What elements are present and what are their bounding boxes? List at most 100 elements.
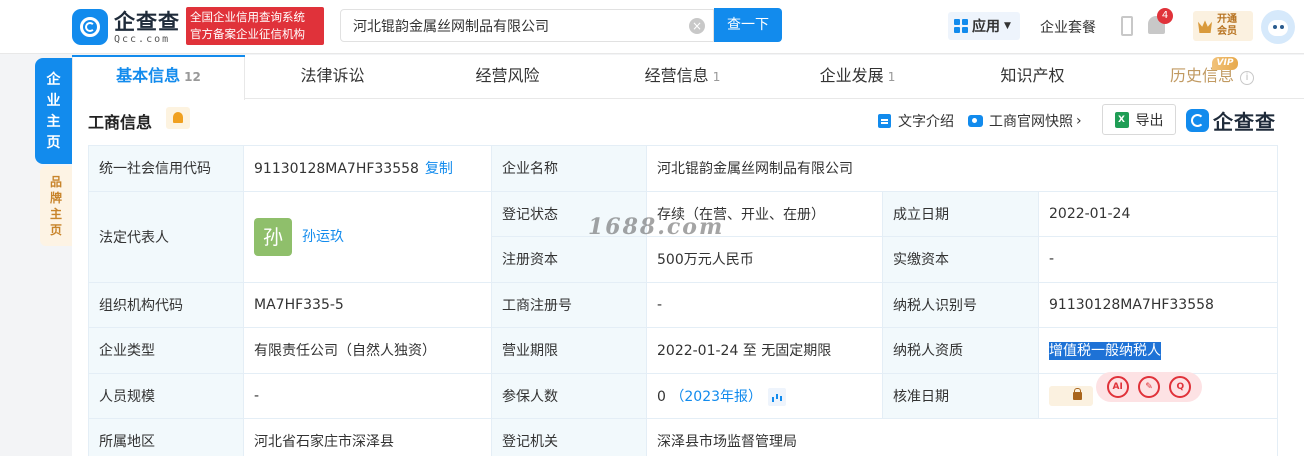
legal-rep-avatar: 孙 — [254, 217, 292, 256]
search-input[interactable] — [341, 10, 671, 41]
legal-rep-cell: 孙孙运玖 — [243, 190, 492, 283]
taxpayer-qual-value: 增值税一般纳税人 — [1049, 342, 1161, 361]
qcc-logo-icon — [72, 9, 108, 45]
official-snapshot-link[interactable]: 工商官网快照 › — [968, 111, 1082, 131]
trend-chart-icon[interactable] — [768, 387, 787, 406]
apps-dropdown[interactable]: 应用 ▼ — [948, 12, 1020, 40]
copy-button[interactable]: 复制 — [425, 161, 453, 177]
paid-capital-label: 实缴资本 — [882, 236, 1039, 283]
tab-count: 1 — [887, 70, 896, 84]
tab-label: 经营信息 — [644, 66, 709, 85]
tab-risk[interactable]: 经营风险 — [420, 55, 595, 99]
table-row: 统一社会信用代码 91130128MA7HF33558 复制 企业名称 河北锟韵金… — [88, 145, 1279, 192]
tab-development[interactable]: 企业发展 1 — [770, 55, 945, 99]
insured-label: 参保人数 — [491, 372, 647, 419]
reg-capital-label: 注册资本 — [491, 236, 647, 283]
tab-label: 企业发展 — [819, 66, 884, 85]
certification-badge: 全国企业信用查询系统 官方备案企业征信机构 — [186, 7, 324, 45]
brand-logo: 企查查 — [1186, 106, 1276, 135]
vip-tag: VIP — [1212, 57, 1238, 70]
snapshot-label: 工商官网快照 — [989, 114, 1073, 130]
qcc-brand-icon — [1186, 109, 1209, 132]
paid-capital-value: - — [1037, 236, 1279, 283]
reg-authority-label: 登记机关 — [491, 418, 647, 456]
table-row: 所属地区 河北省石家庄市深泽县 登记机关 深泽县市场监督管理局 — [88, 418, 1279, 456]
export-label: 导出 — [1135, 112, 1164, 129]
top-header: 企查查 Qcc.com 全国企业信用查询系统 官方备案企业征信机构 × 查一下 … — [0, 0, 1304, 54]
ai-assistant-icon[interactable]: AI — [1106, 376, 1129, 398]
reg-authority-value: 深泽县市场监督管理局 — [645, 418, 1279, 456]
search-button[interactable]: 查一下 — [714, 8, 782, 42]
tab-bar: 基本信息 12 法律诉讼 经营风险 经营信息 1 企业发展 1 知识产权 历史信息 i … — [72, 55, 1304, 100]
open-vip-button[interactable]: 开通 会员 — [1193, 11, 1253, 41]
side-tab-brand-home-label: 品牌主页 — [49, 175, 62, 237]
side-tab-company-home-label: 企业主页 — [46, 72, 61, 151]
tab-label: 法律诉讼 — [300, 66, 365, 85]
enterprise-plan-link[interactable]: 企业套餐 — [1040, 17, 1096, 37]
text-intro-link[interactable]: 文字介绍 — [878, 111, 954, 131]
tab-label: 基本信息 — [116, 66, 181, 85]
export-button[interactable]: X 导出 — [1102, 104, 1176, 135]
vip-line-1: 开通 — [1217, 14, 1237, 25]
search-box: × — [340, 9, 714, 42]
founded-label: 成立日期 — [882, 190, 1039, 237]
tab-operations[interactable]: 经营信息 1 — [595, 55, 770, 99]
credit-code-cell: 91130128MA7HF33558 复制 — [243, 145, 492, 192]
lock-icon[interactable] — [1049, 385, 1093, 406]
grid-icon — [954, 19, 968, 33]
search-icon[interactable]: Q — [1169, 376, 1192, 398]
side-tab-company-home[interactable]: 企业主页 — [35, 58, 72, 164]
notification-badge: 4 — [1157, 8, 1173, 24]
crown-icon — [1198, 20, 1212, 33]
document-icon — [878, 114, 891, 128]
table-row: 企业类型 有限责任公司（自然人独资） 营业期限 2022-01-24 至 无固定… — [88, 327, 1279, 374]
biz-term-label: 营业期限 — [491, 327, 647, 374]
legal-rep-name-link[interactable]: 孙运玖 — [302, 229, 344, 245]
biz-term-value: 2022-01-24 至 无固定期限 — [646, 327, 883, 374]
edit-icon[interactable]: ✎ — [1137, 376, 1160, 398]
legal-rep-label: 法定代表人 — [88, 190, 244, 283]
insured-value: 0 — [657, 388, 666, 405]
side-tab-brand-home[interactable]: 品牌主页 — [40, 166, 72, 246]
tab-label: 经营风险 — [475, 66, 540, 85]
company-name-value: 河北锟韵金属丝网制品有限公司 — [645, 145, 1279, 192]
credit-code-value: 91130128MA7HF33558 — [254, 161, 419, 178]
biz-reg-no-label: 工商注册号 — [491, 281, 647, 328]
section-title: 工商信息 — [88, 113, 153, 132]
user-avatar[interactable] — [1261, 10, 1295, 44]
company-name-label: 企业名称 — [491, 145, 647, 192]
info-icon: i — [1240, 71, 1254, 85]
logo-en-text: Qcc.com — [114, 33, 171, 45]
approval-date-label: 核准日期 — [882, 372, 1039, 419]
logo-cn-text: 企查查 — [114, 9, 180, 34]
table-row: 组织机构代码 MA7HF335-5 工商注册号 - 纳税人识别号 9113012… — [88, 281, 1279, 328]
brand-logo-text: 企查查 — [1213, 110, 1276, 134]
monitor-bell-icon[interactable] — [166, 107, 190, 129]
tab-ip[interactable]: 知识产权 — [945, 55, 1120, 99]
apps-label: 应用 — [972, 19, 1000, 35]
org-code-value: MA7HF335-5 — [243, 281, 492, 328]
clear-icon[interactable]: × — [689, 18, 705, 34]
tab-count: 1 — [712, 70, 721, 84]
taxpayer-id-value: 91130128MA7HF33558 — [1037, 281, 1279, 328]
reg-capital-value: 500万元人民币 — [646, 236, 883, 283]
business-info-table: 统一社会信用代码 91130128MA7HF33558 复制 企业名称 河北锟韵金… — [88, 145, 1279, 456]
camera-icon — [968, 115, 983, 127]
vip-line-2: 会员 — [1217, 26, 1237, 37]
company-type-label: 企业类型 — [88, 327, 244, 374]
floating-ai-toolbar: AI ✎ Q — [1096, 372, 1202, 402]
badge-line-2: 官方备案企业征信机构 — [190, 27, 305, 41]
founded-value: 2022-01-24 — [1037, 190, 1279, 237]
taxpayer-qual-label: 纳税人资质 — [882, 327, 1039, 374]
taxpayer-qual-cell: 增值税一般纳税人 — [1037, 327, 1279, 374]
qcc-logo[interactable]: 企查查 Qcc.com — [72, 9, 180, 45]
tab-basic-info[interactable]: 基本信息 12 — [72, 55, 245, 100]
phone-icon[interactable] — [1121, 16, 1133, 36]
tab-legal[interactable]: 法律诉讼 — [245, 55, 420, 99]
tab-label: 知识产权 — [1000, 66, 1065, 85]
staff-size-label: 人员规模 — [88, 372, 244, 419]
insured-year-link[interactable]: （2023年报） — [670, 389, 762, 405]
staff-size-value: - — [243, 372, 492, 419]
text-intro-label: 文字介绍 — [898, 114, 954, 130]
company-type-value: 有限责任公司（自然人独资） — [243, 327, 492, 374]
